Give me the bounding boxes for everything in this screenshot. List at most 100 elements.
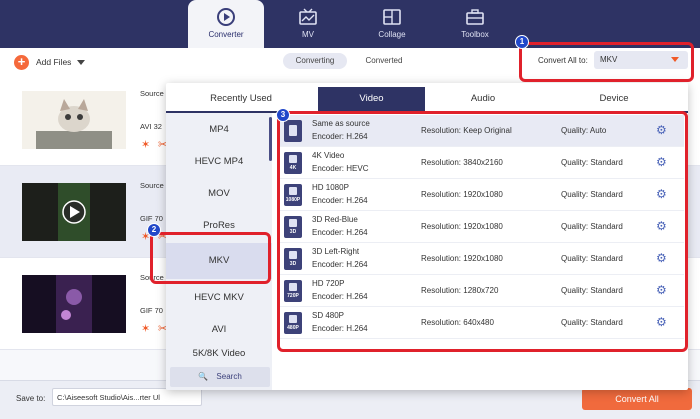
- nav-tab-toolbox[interactable]: Toolbox: [437, 0, 513, 48]
- preset-name: 4K Video: [312, 151, 345, 160]
- preset-3d-left-right[interactable]: 3D 3D Left-Right Encoder: H.264 Resoluti…: [278, 243, 684, 275]
- add-files-button[interactable]: + Add Files: [14, 54, 86, 70]
- preset-encoder: Encoder: H.264: [312, 260, 368, 269]
- tab-audio[interactable]: Audio: [428, 87, 538, 111]
- format-item-mkv[interactable]: MKV: [166, 243, 272, 279]
- video-format-icon: 3D: [284, 248, 302, 270]
- preset-encoder: Encoder: H.264: [312, 292, 368, 301]
- save-to-label: Save to:: [16, 394, 46, 403]
- nav-tab-converter[interactable]: Converter: [188, 0, 264, 48]
- gear-icon[interactable]: ⚙: [656, 188, 668, 200]
- preset-name: HD 720P: [312, 279, 345, 288]
- format-item-mp4[interactable]: MP4: [166, 115, 272, 145]
- gear-icon[interactable]: ⚙: [656, 124, 668, 136]
- converter-icon: [217, 8, 235, 26]
- preset-name: 3D Left-Right: [312, 247, 360, 256]
- chevron-down-icon[interactable]: [77, 59, 86, 65]
- add-files-label: Add Files: [36, 57, 72, 67]
- step-badge-1: 1: [515, 35, 529, 49]
- toolbox-icon: [466, 9, 484, 25]
- preset-name: Same as source: [312, 119, 370, 128]
- video-format-icon: 480P: [284, 312, 302, 334]
- preset-resolution: Resolution: 1920x1080: [421, 222, 503, 231]
- preset-encoder: Encoder: H.264: [312, 196, 368, 205]
- gear-icon[interactable]: ⚙: [656, 252, 668, 264]
- step-badge-3: 3: [276, 108, 290, 122]
- format-item-prores[interactable]: ProRes: [166, 211, 272, 241]
- preset-name: HD 1080P: [312, 183, 349, 192]
- preset-resolution: Resolution: 1920x1080: [421, 190, 503, 199]
- save-path-field[interactable]: C:\Aiseesoft Studio\Ais...rter Ul: [52, 388, 202, 406]
- preset-resolution: Resolution: 3840x2160: [421, 158, 503, 167]
- format-item-hevc-mp4[interactable]: HEVC MP4: [166, 147, 272, 177]
- preset-quality: Quality: Standard: [561, 190, 623, 199]
- preset-name: SD 480P: [312, 311, 345, 320]
- file-source-label: Source: [140, 273, 164, 282]
- video-thumbnail: [22, 183, 126, 241]
- tab-video[interactable]: Video: [318, 87, 425, 111]
- video-thumbnail: [22, 91, 126, 149]
- preset-encoder: Encoder: H.264: [312, 324, 368, 333]
- preset-sd-480p[interactable]: 480P SD 480P Encoder: H.264 Resolution: …: [278, 307, 684, 339]
- gear-icon[interactable]: ⚙: [656, 284, 668, 296]
- sidebar-scrollbar[interactable]: [269, 117, 272, 161]
- video-format-icon: 720P: [284, 280, 302, 302]
- gear-icon[interactable]: ⚙: [656, 156, 668, 168]
- tab-converted[interactable]: Converted: [352, 53, 416, 69]
- preset-resolution: Resolution: 1280x720: [421, 286, 499, 295]
- mv-icon: [299, 8, 317, 25]
- nav-tab-toolbox-label: Toolbox: [461, 30, 489, 39]
- file-meta: GIF 70: [140, 214, 163, 223]
- nav-tab-mv[interactable]: MV: [270, 0, 346, 48]
- convert-all-label: Convert All to:: [538, 56, 588, 65]
- top-navigation: Converter MV Collage Toolbox: [0, 0, 700, 48]
- effect-icon[interactable]: ✶: [141, 322, 150, 335]
- preset-resolution: Resolution: 640x480: [421, 318, 494, 327]
- preset-resolution: Resolution: Keep Original: [421, 126, 512, 135]
- gear-icon[interactable]: ⚙: [656, 316, 668, 328]
- preset-quality: Quality: Standard: [561, 158, 623, 167]
- preset-quality: Quality: Standard: [561, 318, 623, 327]
- nav-tab-mv-label: MV: [302, 30, 314, 39]
- collage-icon: [383, 9, 401, 25]
- video-format-icon: 1080P: [284, 184, 302, 206]
- preset-list: Same as source Encoder: H.264 Resolution…: [278, 113, 684, 390]
- same-as-source-icon: [284, 120, 302, 142]
- video-thumbnail: [22, 275, 126, 333]
- format-panel: Recently Used Video Audio Device MP4 HEV…: [166, 83, 688, 390]
- search-icon: 🔍: [198, 372, 209, 381]
- preset-4k-video[interactable]: 4K 4K Video Encoder: HEVC Resolution: 38…: [278, 147, 684, 179]
- preset-hd-720p[interactable]: 720P HD 720P Encoder: H.264 Resolution: …: [278, 275, 684, 307]
- plus-icon: +: [14, 54, 29, 70]
- format-item-5k8k-video[interactable]: 5K/8K Video: [166, 339, 272, 369]
- preset-3d-red-blue[interactable]: 3D 3D Red-Blue Encoder: H.264 Resolution…: [278, 211, 684, 243]
- file-source-label: Source: [140, 89, 164, 98]
- nav-tab-collage-label: Collage: [378, 30, 406, 39]
- preset-quality: Quality: Auto: [561, 126, 607, 135]
- tab-converting[interactable]: Converting: [283, 53, 347, 69]
- format-item-mov[interactable]: MOV: [166, 179, 272, 209]
- search-button[interactable]: 🔍 Search: [170, 367, 270, 387]
- convert-all-format-value: MKV: [600, 55, 618, 64]
- effect-icon[interactable]: ✶: [141, 138, 150, 151]
- preset-hd-1080p[interactable]: 1080P HD 1080P Encoder: H.264 Resolution…: [278, 179, 684, 211]
- preset-quality: Quality: Standard: [561, 286, 623, 295]
- dropdown-caret-icon: [671, 57, 679, 62]
- format-sidebar: MP4 HEVC MP4 MOV ProRes MKV HEVC MKV AVI…: [166, 113, 272, 390]
- gear-icon[interactable]: ⚙: [656, 220, 668, 232]
- convert-all-button[interactable]: Convert All: [582, 388, 692, 410]
- format-item-hevc-mkv[interactable]: HEVC MKV: [166, 283, 272, 313]
- format-tabs: Recently Used Video Audio Device: [166, 87, 688, 111]
- file-source-label: Source: [140, 181, 164, 190]
- preset-same-as-source[interactable]: Same as source Encoder: H.264 Resolution…: [278, 115, 684, 147]
- video-format-icon: 3D: [284, 216, 302, 238]
- nav-tab-collage[interactable]: Collage: [354, 0, 430, 48]
- file-meta: GIF 70: [140, 306, 163, 315]
- tab-recently-used[interactable]: Recently Used: [166, 87, 316, 111]
- preset-encoder: Encoder: HEVC: [312, 164, 369, 173]
- preset-resolution: Resolution: 1920x1080: [421, 254, 503, 263]
- preset-encoder: Encoder: H.264: [312, 228, 368, 237]
- tab-device[interactable]: Device: [540, 87, 688, 111]
- preset-quality: Quality: Standard: [561, 222, 623, 231]
- convert-all-format-select[interactable]: MKV: [594, 51, 688, 69]
